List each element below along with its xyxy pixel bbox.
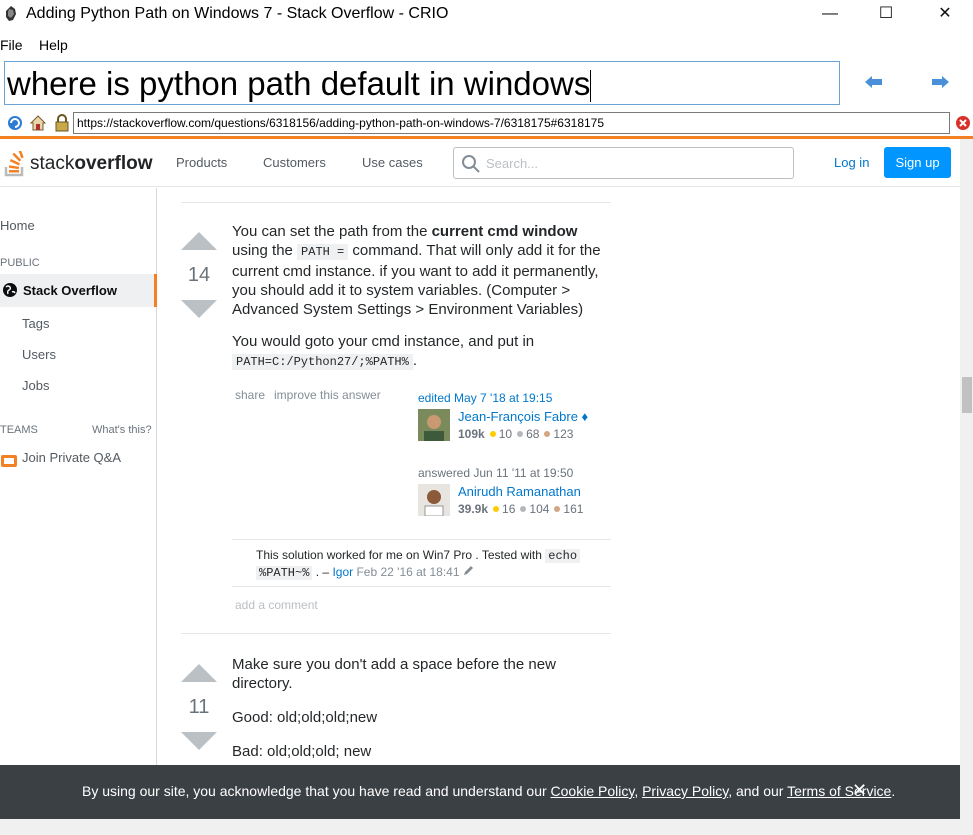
search-placeholder: Search... (486, 156, 539, 171)
nav-use-cases[interactable]: Use cases (362, 155, 423, 170)
search-input[interactable]: Search... (453, 147, 794, 179)
sidebar-item-home[interactable]: Home (0, 218, 35, 233)
cookie-policy-link[interactable]: Cookie Policy (551, 783, 635, 799)
answer-body-paragraph: You would goto your cmd instance, and pu… (232, 333, 535, 370)
downvote-arrow-icon[interactable] (181, 300, 217, 318)
user-reputation: 109k 10 68 123 (458, 427, 574, 441)
sidebar-item-tags[interactable]: Tags (22, 316, 49, 331)
globe-icon (3, 283, 17, 297)
close-cookie-banner-button[interactable]: ✕ (852, 780, 867, 801)
improve-answer-link[interactable]: improve this answer (274, 388, 381, 402)
privacy-policy-link[interactable]: Privacy Policy (642, 783, 728, 799)
stop-icon[interactable] (954, 114, 972, 132)
vote-count: 11 (188, 696, 210, 718)
text-caret (590, 70, 592, 103)
window-titlebar: Adding Python Path on Windows 7 - Stack … (0, 0, 973, 30)
lock-icon (55, 114, 69, 132)
so-logo[interactable]: stackoverflow (4, 147, 154, 177)
so-header: stackoverflow Products Customers Use cas… (0, 139, 960, 187)
upvote-arrow-icon[interactable] (181, 232, 217, 250)
divider (181, 202, 611, 203)
vertical-scrollbar[interactable] (960, 139, 973, 819)
url-bar: https://stackoverflow.com/questions/6318… (0, 111, 973, 135)
sidebar-item-label: Stack Overflow (23, 283, 117, 298)
divider (232, 586, 611, 587)
vote-count: 14 (187, 264, 211, 286)
comment: This solution worked for me on Win7 Pro … (256, 547, 611, 581)
app-icon (6, 6, 16, 21)
scrollbar-thumb[interactable] (962, 377, 972, 413)
briefcase-icon (1, 455, 17, 467)
minimize-button[interactable]: — (820, 4, 840, 24)
answer-body-paragraph: Make sure you don't add a space before t… (232, 656, 556, 692)
answer-bad-example: Bad: old;old;old; new (232, 743, 372, 760)
cookie-banner: By using our site, you acknowledge that … (0, 765, 960, 819)
menu-file[interactable]: File (0, 37, 23, 53)
so-logo-text: stackoverflow (30, 153, 153, 174)
answered-timestamp: answered Jun 11 '11 at 19:50 (418, 466, 574, 480)
nav-customers[interactable]: Customers (263, 155, 326, 170)
left-sidebar: Home PUBLIC Stack Overflow Tags Users Jo… (0, 188, 157, 768)
downvote-arrow-icon[interactable] (181, 732, 217, 750)
nav-products[interactable]: Products (176, 155, 227, 170)
divider (232, 539, 611, 540)
author-card: answered Jun 11 '11 at 19:50 Anirudh Ram… (418, 466, 608, 526)
comment-user-link[interactable]: Igor (332, 565, 353, 579)
edited-timestamp[interactable]: edited May 7 '18 at 19:15 (418, 391, 552, 405)
main-content: 14 You can set the path from the current… (157, 188, 960, 768)
sidebar-item-join-private[interactable]: Join Private Q&A (22, 450, 121, 465)
query-text: where is python path default in windows (7, 65, 591, 102)
editor-card: edited May 7 '18 at 19:15 Jean-François … (418, 391, 608, 451)
sidebar-heading-teams: TEAMS (0, 424, 38, 436)
share-link[interactable]: share (235, 388, 265, 402)
cookie-text: By using our site, you acknowledge that … (82, 783, 896, 799)
answer-body-paragraph: You can set the path from the current cm… (232, 223, 601, 318)
maximize-button[interactable]: ☐ (876, 4, 896, 24)
user-name[interactable]: Jean-François Fabre ♦ (458, 409, 588, 424)
sidebar-item-users[interactable]: Users (22, 347, 56, 362)
query-row: where is python path default in windows (0, 60, 973, 108)
back-arrow-icon[interactable] (864, 74, 884, 90)
sidebar-heading-public: PUBLIC (0, 257, 40, 269)
add-comment-link[interactable]: add a comment (235, 598, 318, 612)
user-reputation: 39.9k 16 104 161 (458, 502, 584, 516)
login-link[interactable]: Log in (834, 155, 869, 170)
avatar[interactable] (418, 409, 450, 441)
menu-help[interactable]: Help (39, 37, 68, 53)
so-logo-icon (4, 151, 24, 177)
upvote-arrow-icon[interactable] (181, 664, 217, 682)
terms-of-service-link[interactable]: Terms of Service (787, 783, 891, 799)
forward-arrow-icon[interactable] (930, 74, 950, 90)
divider (181, 633, 611, 634)
home-icon[interactable] (29, 114, 47, 132)
user-name[interactable]: Anirudh Ramanathan (458, 484, 581, 499)
sidebar-item-jobs[interactable]: Jobs (22, 378, 49, 393)
refresh-icon[interactable] (6, 114, 24, 132)
avatar[interactable] (418, 484, 450, 516)
search-icon (462, 155, 480, 173)
answer-good-example: Good: old;old;old;new (232, 709, 378, 726)
sidebar-item-stack-overflow[interactable]: Stack Overflow (0, 274, 157, 307)
window-title: Adding Python Path on Windows 7 - Stack … (26, 5, 449, 22)
query-input[interactable]: where is python path default in windows (4, 61, 840, 105)
close-window-button[interactable]: ✕ (935, 4, 955, 24)
pencil-icon[interactable] (463, 565, 474, 576)
url-input[interactable]: https://stackoverflow.com/questions/6318… (73, 112, 950, 134)
signup-button[interactable]: Sign up (884, 147, 951, 178)
bottom-scrollbar-strip (0, 819, 973, 835)
whats-this-link[interactable]: What's this? (92, 424, 152, 436)
